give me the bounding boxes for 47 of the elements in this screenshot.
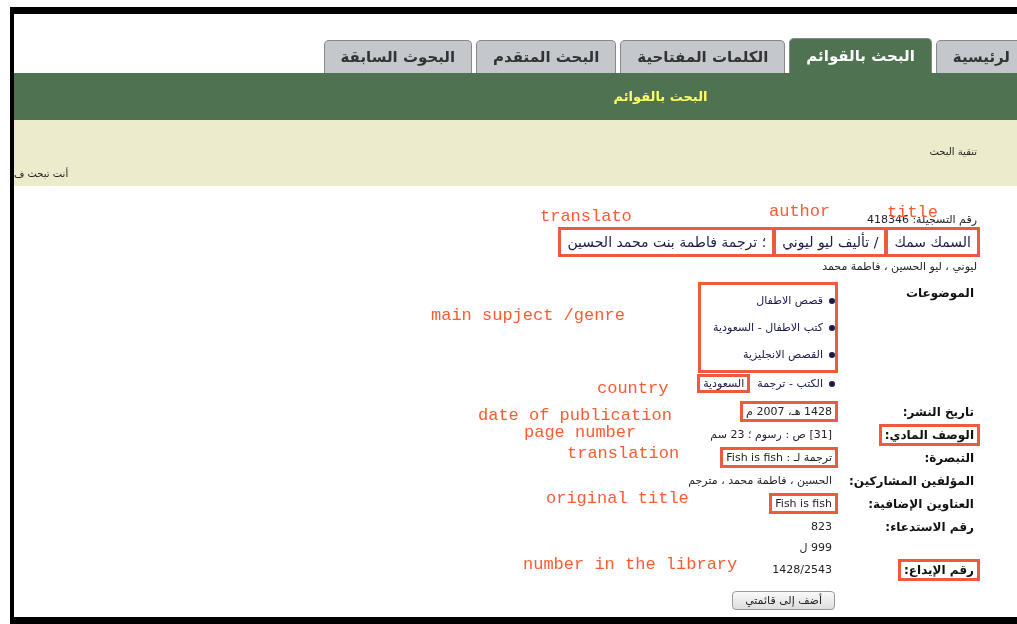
annotation-label: translation <box>567 444 680 463</box>
refine-link[interactable]: تنقية البحث <box>929 146 977 157</box>
annotation-label: date of publication <box>478 406 672 425</box>
tab[interactable]: لرئيسية <box>935 40 1017 73</box>
annotation-label: number in the library <box>523 555 738 574</box>
field-value: 999 ل <box>798 540 833 555</box>
bullet-icon <box>829 380 835 387</box>
title-text: السمك سمك <box>888 230 977 254</box>
subject-link[interactable]: قصص الاطفال <box>756 294 823 307</box>
field-label: رقم الاستدعاء: <box>884 519 975 536</box>
field-value: 1428/2543 <box>771 562 833 577</box>
annotation-label: author <box>769 202 831 221</box>
annotation-label: country <box>597 379 669 398</box>
title-text: / تأليف ليو ليوني <box>776 230 885 254</box>
bullet-icon <box>829 324 835 331</box>
banner-title: البحث بالقوائم <box>613 89 708 104</box>
bullet-icon <box>829 351 835 358</box>
field-value: 823 <box>810 519 833 534</box>
title-text: ؛ ترجمة فاطمة بنت محمد الحسين <box>561 230 773 254</box>
subject-link[interactable]: الكتب - ترجمة <box>757 377 823 390</box>
tab[interactable]: الكلمات المفتاحية <box>620 40 786 73</box>
field-label: الوصف المادي: <box>881 427 977 443</box>
field-value: الحسين ، فاطمة محمد ، مترجم <box>687 473 833 488</box>
field-label: الموضوعات <box>904 285 975 303</box>
annotation-label: main supject /genre <box>431 306 625 325</box>
add-to-list-button[interactable]: أضف إلى قائمتي <box>732 591 835 610</box>
subject-place[interactable]: السعودية <box>700 377 748 390</box>
subject-link[interactable]: كتب الاطفال - السعودية <box>713 321 823 334</box>
field-value: Fish is fish <box>772 496 835 511</box>
subject-link[interactable]: القصص الانجليزية <box>743 348 823 361</box>
field-value: [31] ص : رسوم ؛ 23 سم <box>709 427 833 442</box>
field-value: 1428 هـ، 2007 م <box>743 404 835 419</box>
annotation-label: page number <box>524 423 637 442</box>
search-context: أنت تبحث ف <box>14 168 69 179</box>
annotation-label: translato <box>540 207 632 226</box>
field-label: التبصرة: <box>923 450 975 466</box>
field-label: المؤلفين المشاركين: <box>848 473 975 489</box>
tab[interactable]: البحث بالقوائم <box>789 38 932 73</box>
tab[interactable]: البحث المتقدم <box>476 40 617 73</box>
tab[interactable]: البحوث السابقة <box>323 40 473 73</box>
authors-text: ليوني ، ليو الحسين ، فاطمة محمد <box>821 259 977 275</box>
field-label: العناوين الإضافية: <box>867 496 975 512</box>
bullet-icon <box>829 297 835 304</box>
field-label: رقم الإيداع: <box>901 562 977 578</box>
annotation-label: original title <box>546 489 689 508</box>
field-value: ترجمة لـ : Fish is fish <box>723 450 835 465</box>
field-label: تاريخ النشر: <box>901 404 975 420</box>
